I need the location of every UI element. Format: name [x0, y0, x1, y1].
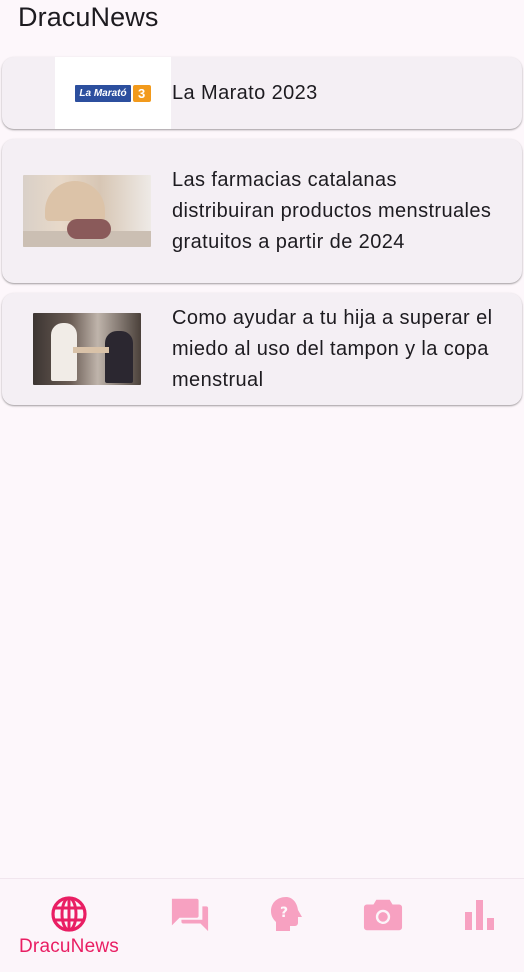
question-head-icon: ?	[266, 894, 306, 934]
news-title: La Marato 2023	[172, 81, 318, 104]
news-thumbnail	[2, 139, 172, 283]
news-thumbnail	[2, 293, 172, 405]
nav-item-camera[interactable]	[361, 879, 405, 972]
forum-icon	[170, 894, 210, 934]
camera-icon	[363, 894, 403, 934]
globe-icon	[49, 894, 89, 934]
app-screen: DracuNews La Marató 3 La Marato 2023 Las…	[0, 0, 524, 972]
nav-item-dracunews[interactable]: DracuNews	[0, 879, 138, 972]
news-thumbnail: La Marató 3	[2, 57, 172, 129]
tv3-logo-badge: 3	[132, 84, 151, 102]
news-photo	[23, 175, 151, 247]
news-card[interactable]: Como ayudar a tu hija a superar el miedo…	[2, 293, 522, 405]
news-title: Como ayudar a tu hija a superar el miedo…	[172, 306, 493, 391]
nav-label: DracuNews	[19, 936, 119, 957]
bar-chart-icon	[460, 894, 500, 934]
nav-item-forum[interactable]	[168, 879, 212, 972]
news-card[interactable]: Las farmacias catalanas distribuiran pro…	[2, 139, 522, 283]
nav-item-stats[interactable]	[460, 879, 500, 972]
marato-logo-text: La Marató	[75, 84, 131, 102]
svg-text:?: ?	[280, 905, 288, 921]
news-list: La Marató 3 La Marato 2023 Las farmacias…	[2, 57, 522, 415]
news-title: Las farmacias catalanas distribuiran pro…	[172, 168, 492, 253]
marato-logo-image: La Marató 3	[55, 57, 171, 129]
news-card[interactable]: La Marató 3 La Marato 2023	[2, 57, 522, 129]
marato-logo: La Marató 3	[75, 84, 151, 102]
news-photo	[33, 313, 141, 385]
bottom-navigation: DracuNews ?	[0, 878, 524, 972]
nav-item-questions[interactable]: ?	[266, 879, 306, 972]
app-title: DracuNews	[18, 2, 159, 32]
